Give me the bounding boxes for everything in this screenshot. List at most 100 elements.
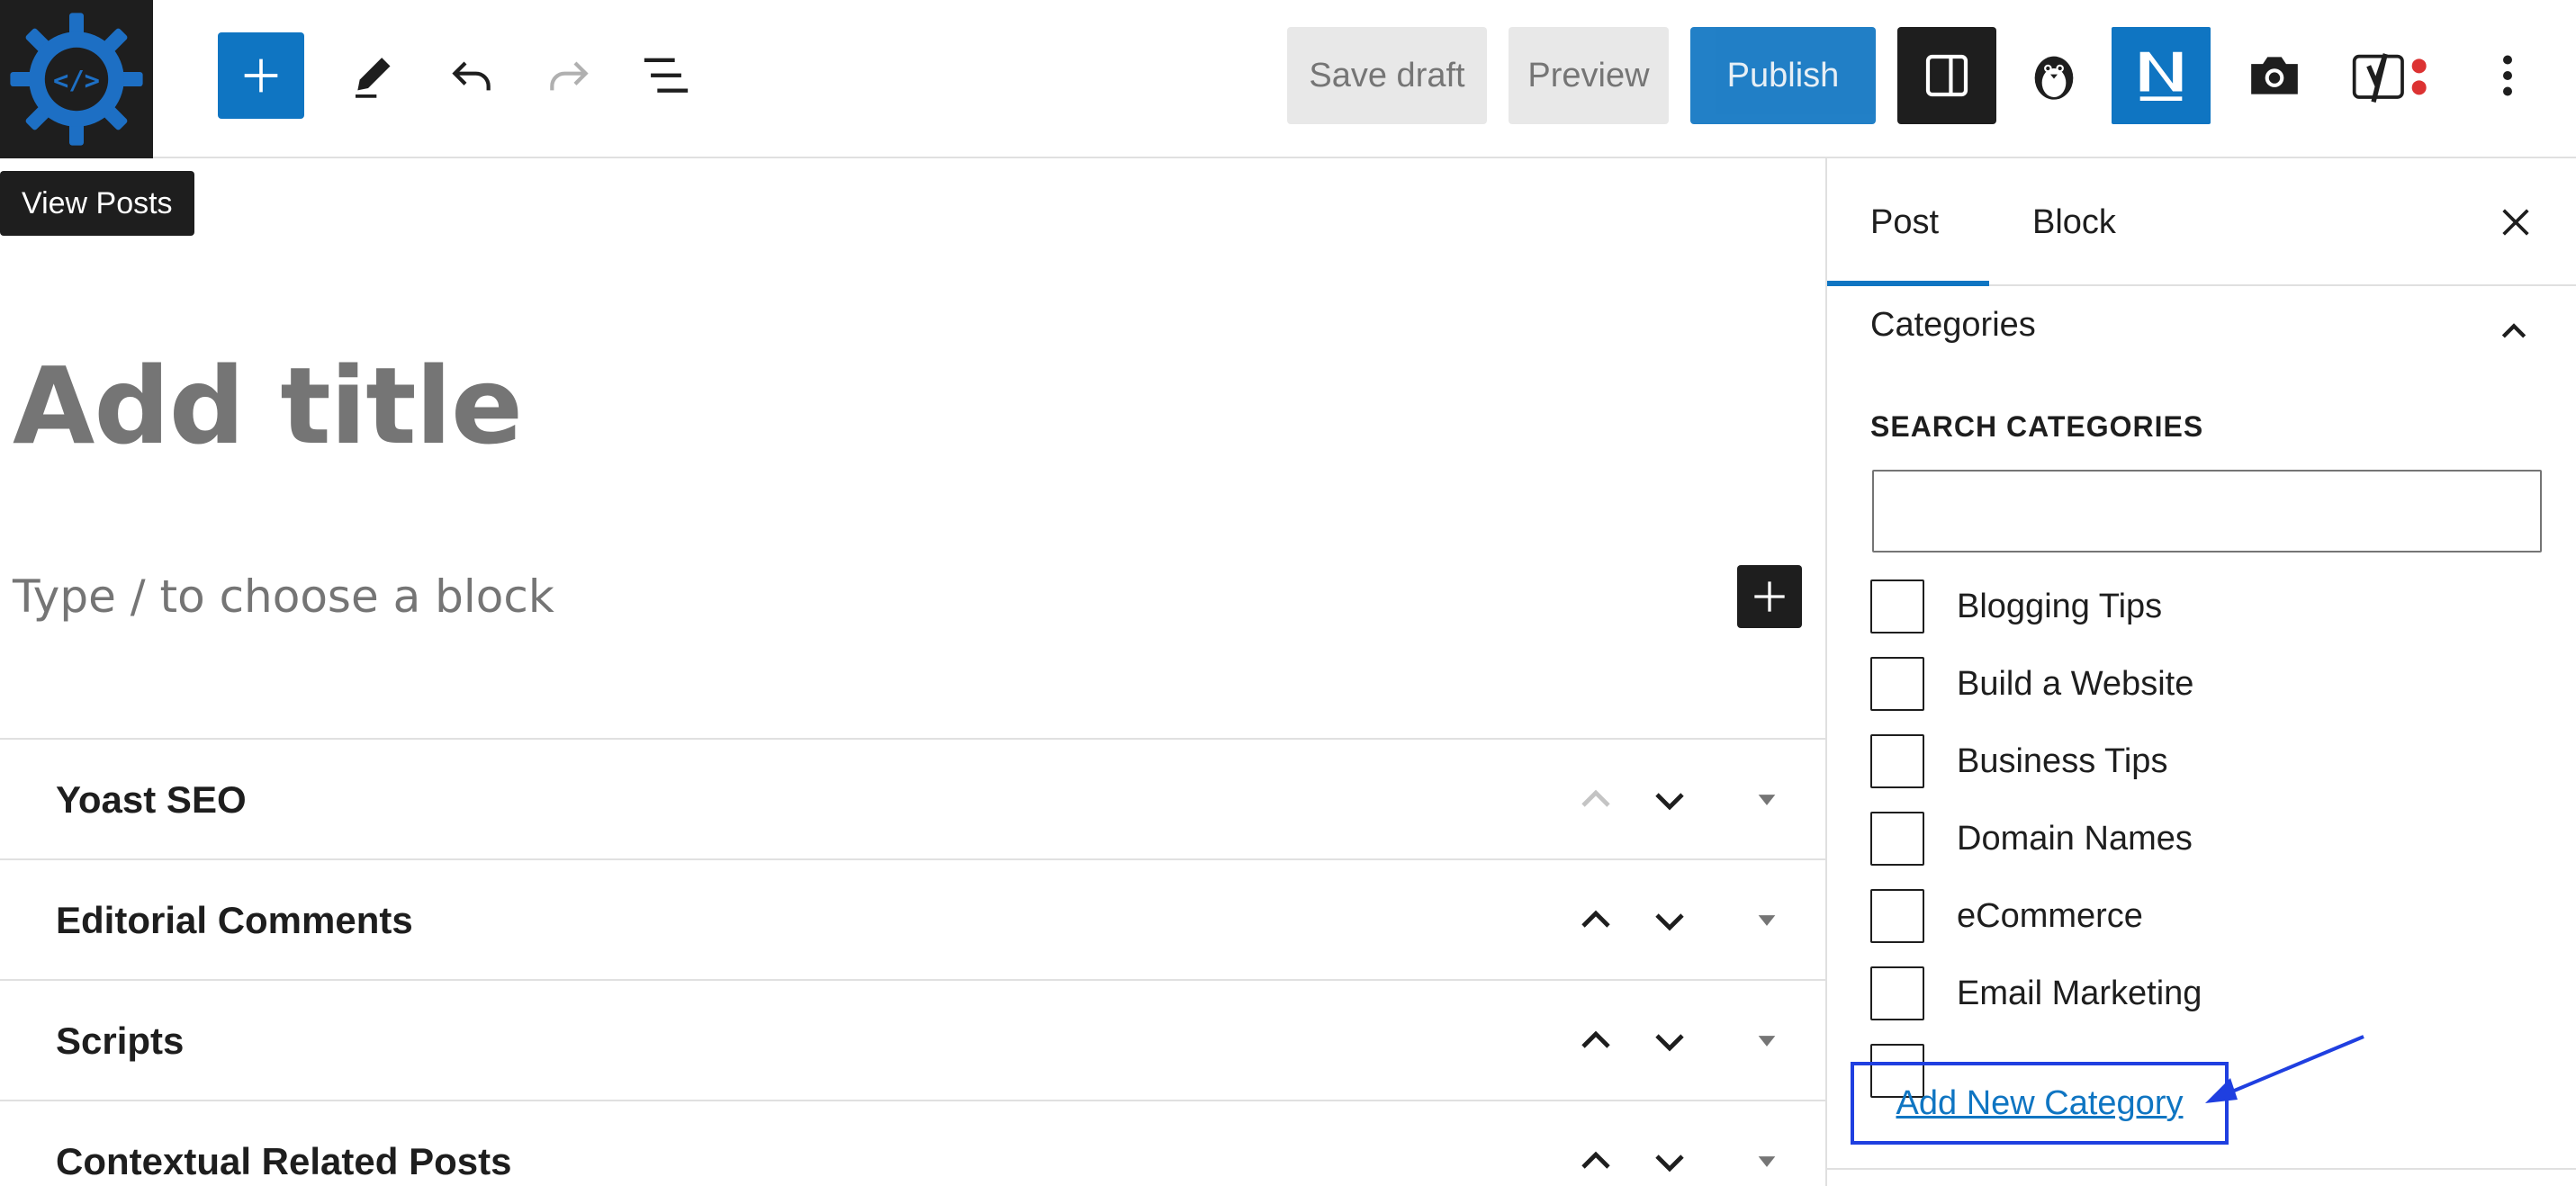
add-new-category-link[interactable]: Add New Category (1896, 1084, 2184, 1123)
default-block-appender[interactable]: Type / to choose a block (13, 571, 554, 623)
move-down-button[interactable] (1640, 1132, 1699, 1186)
category-checkbox[interactable] (1870, 734, 1924, 788)
close-icon (2502, 209, 2529, 236)
metabox-scripts: Scripts (0, 979, 1825, 1100)
annotation-highlight-box: Add New Category (1851, 1062, 2229, 1145)
category-label: eCommerce (1957, 896, 2143, 935)
category-label: Business Tips (1957, 741, 2168, 780)
category-checkbox[interactable] (1870, 966, 1924, 1020)
category-item[interactable]: eCommerce (1870, 887, 2143, 945)
redo-icon (550, 61, 589, 91)
active-tab-indicator (1827, 281, 1989, 286)
camera-icon (2251, 57, 2298, 94)
publish-button[interactable]: Publish (1690, 27, 1876, 124)
post-title-input[interactable]: Add title (13, 344, 523, 468)
toggle-panel-button[interactable] (1737, 1132, 1797, 1186)
undo-icon (452, 61, 491, 91)
move-up-button[interactable] (1566, 770, 1626, 830)
move-down-button[interactable] (1640, 891, 1699, 950)
category-item[interactable]: Email Marketing (1870, 965, 2202, 1022)
chevron-up-icon (2501, 323, 2526, 338)
category-checkbox[interactable] (1870, 657, 1924, 711)
chevron-down-icon (1655, 1155, 1684, 1173)
close-sidebar-button[interactable] (2484, 191, 2547, 254)
metabox-title[interactable]: Scripts (56, 981, 184, 1101)
category-label: Email Marketing (1957, 974, 2202, 1012)
caret-down-icon (1758, 915, 1776, 926)
pencil-icon (356, 58, 391, 98)
tools-button[interactable] (331, 32, 418, 119)
metabox-yoast-seo: Yoast SEO (0, 738, 1825, 858)
n-plugin-button[interactable] (2112, 27, 2211, 124)
metabox-title[interactable]: Editorial Comments (56, 860, 413, 981)
svg-text:</>: </> (53, 65, 100, 95)
settings-toggle-button[interactable] (1897, 27, 1996, 124)
move-down-button[interactable] (1640, 1011, 1699, 1071)
site-logo-button[interactable]: </> (0, 0, 153, 158)
chevron-down-icon (1655, 793, 1684, 811)
toggle-panel-button[interactable] (1737, 1011, 1797, 1071)
category-label: Domain Names (1957, 819, 2193, 858)
metabox-editorial-comments: Editorial Comments (0, 858, 1825, 979)
move-down-button[interactable] (1640, 770, 1699, 830)
metabox-title[interactable]: Contextual Related Posts (56, 1101, 511, 1186)
category-item[interactable]: Domain Names (1870, 810, 2193, 867)
chevron-up-icon (1581, 1030, 1610, 1048)
list-view-icon (644, 58, 689, 93)
annotation-arrow-icon (2205, 1035, 2364, 1103)
chevron-up-icon (1581, 910, 1610, 928)
metabox-title[interactable]: Yoast SEO (56, 740, 247, 860)
move-up-button[interactable] (1566, 891, 1626, 950)
categories-panel-title[interactable]: Categories (1870, 306, 2036, 345)
options-menu-button[interactable] (2464, 27, 2551, 124)
list-view-button[interactable] (623, 32, 709, 119)
category-label: Build a Website (1957, 664, 2194, 703)
category-checkbox[interactable] (1870, 580, 1924, 633)
chevron-up-icon (1581, 789, 1610, 807)
sidebar-tabs: Post Block (1827, 158, 2576, 286)
caret-down-icon (1758, 795, 1776, 805)
chevron-down-icon (1655, 913, 1684, 931)
category-checkbox[interactable] (1870, 889, 1924, 943)
view-posts-tooltip: View Posts (0, 171, 194, 236)
search-categories-label: SEARCH CATEGORIES (1870, 410, 2204, 443)
search-categories-input[interactable] (1872, 470, 2542, 553)
penguin-icon (2034, 56, 2074, 100)
chevron-up-icon (1581, 1151, 1610, 1169)
block-inserter-toggle[interactable] (218, 32, 304, 119)
toggle-panel-button[interactable] (1737, 770, 1797, 830)
caret-down-icon (1758, 1036, 1776, 1047)
metabox-contextual-related-posts: Contextual Related Posts (0, 1100, 1825, 1186)
save-draft-button[interactable]: Save draft (1287, 27, 1487, 124)
camera-plugin-button[interactable] (2227, 27, 2322, 124)
move-up-button[interactable] (1566, 1132, 1626, 1186)
category-item[interactable]: Blogging Tips (1870, 578, 2162, 635)
category-checkbox[interactable] (1870, 812, 1924, 866)
category-item[interactable]: Business Tips (1870, 732, 2167, 790)
redo-button[interactable] (526, 32, 612, 119)
editor-header: </> Save draft Preview Publish (0, 0, 2576, 158)
tab-block[interactable]: Block (2032, 158, 2116, 286)
site-logo-icon: </> (10, 13, 143, 146)
yoast-icon (2352, 53, 2427, 103)
category-label: Blogging Tips (1957, 587, 2163, 625)
preview-button[interactable]: Preview (1509, 27, 1669, 124)
chevron-down-icon (1655, 1034, 1684, 1052)
panel-divider (1827, 1168, 2576, 1170)
settings-sidebar: Post Block Categories SEARCH CATEGORIES … (1825, 158, 2576, 1186)
more-vertical-icon (2503, 55, 2512, 96)
inline-block-inserter-button[interactable] (1737, 565, 1802, 628)
plus-icon (1754, 581, 1785, 612)
category-item[interactable]: Build a Website (1870, 655, 2193, 713)
plus-icon (244, 58, 278, 93)
tab-post[interactable]: Post (1870, 158, 1939, 286)
meta-boxes-area: Yoast SEO Editorial Comments Scripts Con… (0, 738, 1825, 1186)
move-up-button[interactable] (1566, 1011, 1626, 1071)
yoast-seo-button[interactable] (2338, 27, 2452, 124)
undo-button[interactable] (428, 32, 515, 119)
toggle-panel-button[interactable] (1737, 891, 1797, 950)
collapse-categories-button[interactable] (2484, 302, 2544, 362)
penguin-plugin-button[interactable] (2007, 27, 2101, 124)
n-logo-icon (2139, 51, 2183, 101)
sidebar-toggle-icon (1925, 54, 1968, 97)
